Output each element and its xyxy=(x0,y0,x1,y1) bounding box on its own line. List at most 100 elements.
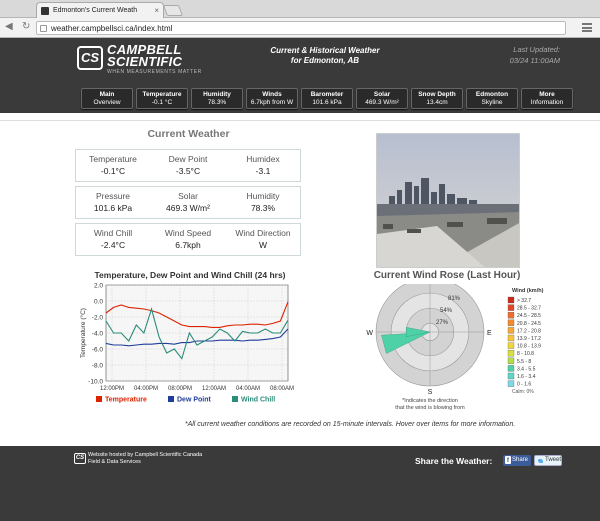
chart-title: Temperature, Dew Point and Wind Chill (2… xyxy=(94,270,286,280)
interval-footnote: *All current weather conditions are reco… xyxy=(184,421,516,428)
logo-name: CAMPBELL SCIENTIFIC xyxy=(107,42,183,69)
legend-swatch xyxy=(507,312,515,319)
legend-swatch xyxy=(507,319,515,326)
browser-tab-strip: Edmonton's Current Weath × xyxy=(0,0,600,18)
temperature-chart[interactable]: 2.0 0.0 -2.0 -4.0 -6.0 -8.0 -10.012:00PM 04:00P… xyxy=(76,281,306,417)
browser-toolbar: ◀ ↻ weather.campbellsci.ca/index.html xyxy=(0,18,600,38)
direction-label-s: S xyxy=(428,389,433,396)
close-tab-icon[interactable]: × xyxy=(154,6,159,15)
new-tab-button[interactable] xyxy=(162,5,184,16)
wind-chill-reading[interactable]: Wind Chill -2.4°C xyxy=(76,227,150,251)
rose-ring-label: 54% xyxy=(440,308,453,314)
facebook-share-button[interactable]: Share xyxy=(503,455,531,466)
current-row-3: Wind Chill -2.4°C Wind Speed 6.7kph Wind D… xyxy=(75,223,301,256)
site-title: Current & Historical Weather for Edmonto… xyxy=(270,46,380,65)
direction-label-w: W xyxy=(366,330,373,337)
legend-swatch xyxy=(507,304,515,311)
legend-label: 17.2 - 20.8 xyxy=(517,328,541,334)
legend-label: 8 - 10.8 xyxy=(517,351,534,357)
solar-reading[interactable]: Solar 469.3 W/m² xyxy=(151,190,225,214)
nav-barometer[interactable]: Barometer 101.6 kPa xyxy=(301,88,353,109)
user-profile-icon[interactable] xyxy=(580,3,594,15)
humidex-reading[interactable]: Humidex -3.1 xyxy=(226,153,300,177)
legend-swatch xyxy=(232,396,238,402)
legend-label: 3.4 - 5.5 xyxy=(517,366,536,372)
url-text: weather.campbellsci.ca/index.html xyxy=(51,24,173,33)
legend-swatch xyxy=(507,365,515,372)
rose-ring-label: 27% xyxy=(436,320,449,326)
legend-swatch xyxy=(168,396,174,402)
y-tick-label: -6.0 xyxy=(92,347,104,354)
nav-main-overview[interactable]: Main Overview xyxy=(81,88,133,109)
site-header: CS CAMPBELL SCIENTIFIC WHEN MEASUREMENTS… xyxy=(0,38,600,113)
temperature-reading[interactable]: Temperature -0.1°C xyxy=(76,153,150,177)
nav-solar[interactable]: Solar 469.3 W/m² xyxy=(356,88,408,109)
legend-swatch xyxy=(507,380,515,387)
nav-temperature[interactable]: Temperature -0.1 °C xyxy=(136,88,188,109)
legend-label: 10.8 - 13.9 xyxy=(517,344,541,350)
back-icon[interactable]: ◀ xyxy=(5,21,13,32)
legend-label: Temperature xyxy=(105,397,147,404)
hosting-info: Website hosted by Campbell Scientific Ca… xyxy=(88,452,203,465)
y-tick-label: 2.0 xyxy=(94,283,103,290)
browser-tab[interactable]: Edmonton's Current Weath × xyxy=(36,2,164,18)
x-tick-label: 04:00PM xyxy=(134,386,158,392)
legend-swatch xyxy=(507,342,515,349)
page-icon xyxy=(40,25,47,32)
rose-note: *Indicates the direction xyxy=(402,398,458,404)
nav-edmonton-skyline[interactable]: Edmonton Skyline xyxy=(466,88,518,109)
x-tick-label: 12:00PM xyxy=(100,386,124,392)
campbell-logo[interactable]: CS CAMPBELL SCIENTIFIC WHEN MEASUREMENTS… xyxy=(77,42,207,78)
wind-rose-title: Current Wind Rose (Last Hour) xyxy=(373,270,521,281)
direction-label-e: E xyxy=(487,330,492,337)
site-footer: CS Website hosted by Campbell Scientific… xyxy=(0,446,600,521)
y-tick-label: -10.0 xyxy=(88,379,103,386)
legend-label: 24.5 - 28.5 xyxy=(517,313,541,319)
x-tick-label: 04:00AM xyxy=(236,386,260,392)
legend-title: Wind (km/h) xyxy=(512,288,544,294)
legend-label: 1.6 - 3.4 xyxy=(517,374,536,380)
x-tick-label: 08:00PM xyxy=(168,386,192,392)
current-row-2: Pressure 101.6 kPa Solar 469.3 W/m² Humidi… xyxy=(75,186,301,219)
nav-humidity[interactable]: Humidity 78.3% xyxy=(191,88,243,109)
legend-swatch xyxy=(507,296,515,304)
nav-winds[interactable]: Winds 6.7kph from W xyxy=(246,88,298,109)
legend-swatch xyxy=(507,357,515,364)
legend-label: 20.8 - 24.5 xyxy=(517,321,541,327)
x-tick-label: 12:00AM xyxy=(202,386,226,392)
current-weather-title: Current Weather xyxy=(147,128,230,140)
logo-mark-icon: CS xyxy=(77,46,103,70)
nav-snow-depth[interactable]: Snow Depth 13.4cm xyxy=(411,88,463,109)
legend-swatch xyxy=(507,372,515,380)
menu-icon[interactable] xyxy=(582,23,592,32)
logo-tagline: WHEN MEASUREMENTS MATTER xyxy=(107,69,202,75)
footer-logo-icon[interactable]: CS xyxy=(74,453,86,464)
favicon-icon xyxy=(41,7,49,15)
nav-more-information[interactable]: More Information xyxy=(521,88,573,109)
legend-label: Wind Chill xyxy=(241,397,275,404)
wind-rose-chart[interactable]: 81%54%27%NESW*Indicates the directiontha… xyxy=(366,284,576,418)
skyline-webcam-image[interactable] xyxy=(376,133,520,268)
y-tick-label: -4.0 xyxy=(92,331,104,338)
address-bar[interactable]: weather.campbellsci.ca/index.html xyxy=(36,21,566,35)
share-label: Share the Weather: xyxy=(415,456,493,466)
rose-note: that the wind is blowing from xyxy=(395,405,465,411)
current-row-1: Temperature -0.1°C Dew Point -3.5°C Humide… xyxy=(75,149,301,182)
legend-swatch xyxy=(507,350,515,357)
refresh-icon[interactable]: ↻ xyxy=(22,21,30,32)
wind-direction-reading[interactable]: Wind Direction W xyxy=(226,227,300,251)
legend-label: 0 - 1.6 xyxy=(517,382,531,388)
wind-speed-reading[interactable]: Wind Speed 6.7kph xyxy=(151,227,225,251)
tab-title: Edmonton's Current Weath xyxy=(53,7,138,14)
legend-label: 5.5 - 8 xyxy=(517,359,531,365)
legend-label: 13.9 - 17.2 xyxy=(517,336,541,342)
twitter-tweet-button[interactable]: Tweet xyxy=(534,455,562,466)
legend-label: 28.5 - 32.7 xyxy=(517,306,541,312)
content-panel: Current Weather Temperature -0.1°C Dew Po… xyxy=(0,120,600,446)
legend-label: > 32.7 xyxy=(517,298,531,304)
legend-swatch xyxy=(96,396,102,402)
pressure-reading[interactable]: Pressure 101.6 kPa xyxy=(76,190,150,214)
y-tick-label: -8.0 xyxy=(92,363,104,370)
humidity-reading[interactable]: Humidity 78.3% xyxy=(226,190,300,214)
dew-point-reading[interactable]: Dew Point -3.5°C xyxy=(151,153,225,177)
